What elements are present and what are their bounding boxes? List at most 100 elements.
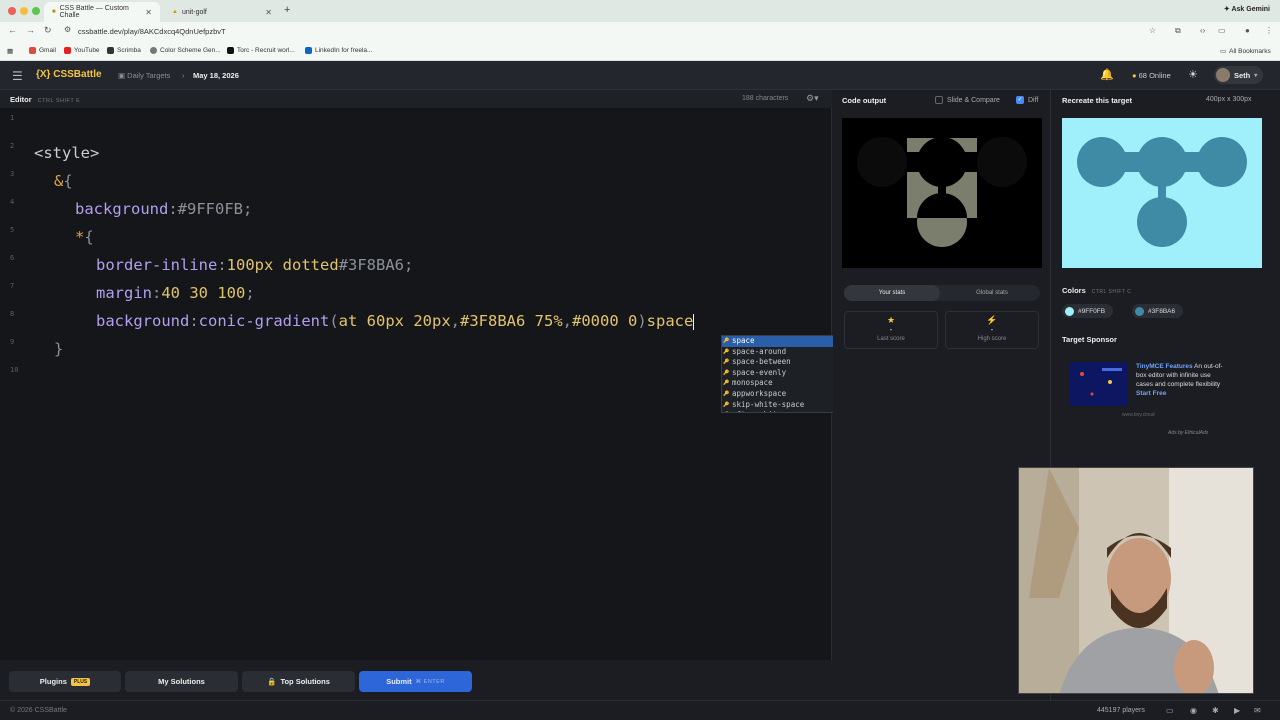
ask-gemini-button[interactable]: ✦ Ask Gemini	[1224, 5, 1270, 13]
slide-compare-checkbox[interactable]	[935, 96, 943, 104]
twitch-icon[interactable]: ▭	[1166, 706, 1174, 715]
autocomplete-item[interactable]: monospace	[722, 378, 843, 389]
user-menu[interactable]: Seth ▾	[1214, 66, 1264, 84]
autocomplete-item[interactable]: space-between	[722, 357, 843, 368]
browser-tab-cssbattle[interactable]: ■ CSS Battle — Custom Challe ✕	[44, 2, 160, 22]
bookmark-star-icon[interactable]: ☆	[1149, 26, 1156, 35]
autocomplete-item[interactable]: appworkspace	[722, 389, 843, 400]
youtube-icon[interactable]: ▶	[1234, 706, 1240, 715]
diff-toggle[interactable]: ✓ Diff	[1016, 96, 1038, 104]
site-info-icon[interactable]: ⚙	[64, 25, 71, 34]
all-bookmarks[interactable]: ▭ All Bookmarks	[1220, 47, 1271, 56]
close-window-button[interactable]	[8, 7, 16, 15]
theme-toggle-icon[interactable]: ☀	[1188, 68, 1198, 81]
code-editor[interactable]: 1 2 3 4 5 6 7 8 9 10 <style> &{ backgrou…	[0, 108, 832, 660]
code-output-preview[interactable]	[842, 118, 1042, 268]
code-token: border-inline	[96, 256, 218, 274]
diff-checkbox[interactable]: ✓	[1016, 96, 1024, 104]
editor-settings-icon[interactable]: ⚙▾	[806, 93, 819, 104]
target-shape	[1077, 137, 1247, 247]
top-solutions-button[interactable]: 🔒 Top Solutions	[242, 671, 355, 692]
extensions-icon[interactable]: ⧉	[1175, 26, 1181, 36]
webcam-hand	[1174, 640, 1214, 693]
url-field[interactable]: cssbattle.dev/play/8AKCdxcq4QdnUefpzbvT	[78, 27, 226, 36]
sponsor-title: Target Sponsor	[1062, 335, 1117, 344]
cssbattle-logo[interactable]: {X} CSSBattle	[36, 69, 102, 80]
color-swatch-2[interactable]: #3F8BA6	[1132, 304, 1184, 318]
apps-icon[interactable]: ▦	[7, 47, 13, 55]
new-tab-icon[interactable]: +	[284, 4, 290, 16]
line-number: 4	[10, 198, 15, 206]
ad-title[interactable]: TinyMCE Features	[1136, 363, 1193, 370]
forward-icon[interactable]: →	[26, 25, 35, 35]
mail-icon[interactable]: ✉	[1254, 706, 1261, 715]
cast-icon[interactable]: ▭	[1218, 26, 1226, 35]
devtools-icon[interactable]: ‹›	[1200, 26, 1205, 35]
line-number: 9	[10, 338, 15, 346]
autocomplete-dropdown[interactable]: space space-around space-between space-e…	[721, 335, 844, 413]
ads-by-label[interactable]: Ads by EthicalAds	[1168, 430, 1208, 436]
kebab-menu-icon[interactable]: ⋮	[1265, 26, 1273, 35]
sponsor-ad-text[interactable]: TinyMCE Features An out-of-box editor wi…	[1136, 362, 1226, 398]
discord-icon[interactable]: ◉	[1190, 706, 1197, 715]
bookmark-youtube[interactable]: YouTube	[64, 47, 100, 54]
code-line-4: background:#9FF0FB;	[75, 200, 252, 218]
color-swatch-1[interactable]: #9FF0FB	[1062, 304, 1114, 318]
close-tab-icon[interactable]: ✕	[145, 8, 152, 17]
autocomplete-item[interactable]: skip-white-space	[722, 400, 843, 411]
code-token: {	[84, 228, 94, 246]
bookmark-color-scheme[interactable]: Color Scheme Gen...	[150, 47, 221, 54]
minimize-window-button[interactable]	[20, 7, 28, 15]
line-number: 2	[10, 142, 15, 150]
hamburger-menu-icon[interactable]: ☰	[12, 69, 23, 83]
bookmark-scrimba[interactable]: Scrimba	[107, 47, 141, 54]
autocomplete-item[interactable]: space	[722, 336, 843, 347]
target-image[interactable]	[1062, 118, 1262, 268]
code-token: background	[96, 312, 190, 330]
bookmark-torc[interactable]: Torc - Recruit worl...	[227, 47, 295, 54]
autocomplete-item[interactable]: space-around	[722, 347, 843, 358]
sponsor-ad-image[interactable]	[1070, 362, 1128, 406]
player-number: 445197	[1097, 707, 1121, 714]
bluesky-icon[interactable]: ✱	[1212, 706, 1219, 715]
profile-icon[interactable]: ●	[1245, 26, 1250, 35]
breadcrumb-daily-targets[interactable]: ▣ Daily Targets	[118, 71, 170, 80]
bookmark-gmail[interactable]: Gmail	[29, 47, 56, 54]
slide-compare-label: Slide & Compare	[947, 96, 1000, 104]
bookmark-label: YouTube	[74, 47, 100, 54]
code-token: 40 30 100	[161, 284, 246, 302]
diff-label: Diff	[1028, 96, 1039, 104]
bookmark-label: LinkedIn for freela...	[315, 47, 373, 54]
autocomplete-item[interactable]: after-white-space	[722, 410, 843, 412]
code-line-5: *{	[75, 228, 94, 246]
target-title: Recreate this target	[1062, 96, 1133, 105]
browser-tab-unit-golf[interactable]: ▲ unit-golf ✕	[164, 2, 280, 22]
tab-global-stats[interactable]: Global stats	[944, 285, 1040, 301]
code-token: (	[329, 312, 339, 330]
breadcrumb-date: May 18, 2026	[193, 71, 239, 80]
editor-shortcut: CTRL SHIFT E	[37, 98, 81, 104]
bookmark-label: Scrimba	[117, 47, 141, 54]
ad-bar	[1102, 368, 1122, 371]
code-line-2: <style>	[34, 144, 99, 162]
reload-icon[interactable]: ↻	[44, 25, 52, 36]
bookmark-label: Gmail	[39, 47, 56, 54]
plugins-button[interactable]: Plugins PLUS	[9, 671, 121, 692]
close-tab-icon[interactable]: ✕	[265, 8, 272, 17]
ad-cta-link[interactable]: Start Free	[1136, 390, 1166, 397]
target-circle-bottom	[1137, 197, 1187, 247]
tab-your-stats[interactable]: Your stats	[844, 285, 940, 301]
notification-bell-icon[interactable]: 🔔	[1100, 68, 1114, 81]
bookmark-linkedin[interactable]: LinkedIn for freela...	[305, 47, 372, 54]
code-token: ;	[243, 200, 253, 218]
my-solutions-button[interactable]: My Solutions	[125, 671, 238, 692]
code-token: :	[189, 312, 199, 330]
code-token: #3F8BA6 75%	[460, 312, 563, 330]
back-icon[interactable]: ←	[8, 25, 17, 35]
slide-compare-toggle[interactable]: Slide & Compare	[935, 96, 1000, 104]
autocomplete-item[interactable]: space-evenly	[722, 368, 843, 379]
editor-header: Editor CTRL SHIFT E 188 characters ⚙▾	[0, 90, 832, 108]
lock-icon: 🔒	[267, 677, 277, 686]
maximize-window-button[interactable]	[32, 7, 40, 15]
submit-button[interactable]: Submit ⌘ ENTER	[359, 671, 472, 692]
